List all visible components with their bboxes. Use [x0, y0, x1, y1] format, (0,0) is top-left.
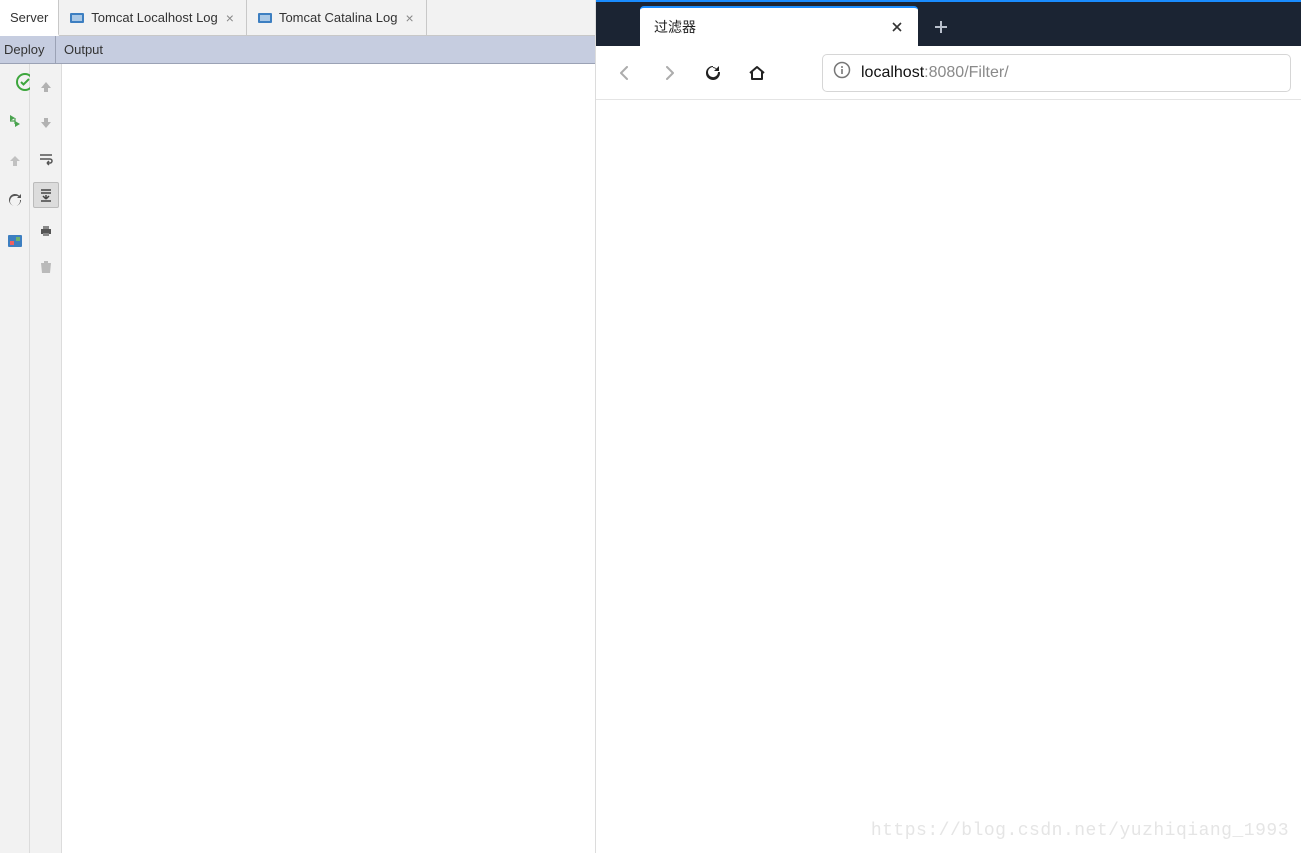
- ide-panel: Server Tomcat Localhost Log × Tomcat Cat…: [0, 0, 596, 853]
- info-icon[interactable]: [833, 61, 851, 84]
- close-icon[interactable]: ×: [224, 11, 236, 25]
- reload-button[interactable]: [694, 54, 732, 92]
- tab-label: Tomcat Catalina Log: [279, 10, 398, 25]
- ide-subtab-strip: Deploy Output: [0, 36, 595, 64]
- run-icon[interactable]: [2, 108, 28, 134]
- ide-tab-strip: Server Tomcat Localhost Log × Tomcat Cat…: [0, 0, 595, 36]
- url-bar[interactable]: localhost:8080/Filter/: [822, 54, 1291, 92]
- print-icon[interactable]: [33, 218, 59, 244]
- browser-tab-active[interactable]: 过滤器: [640, 6, 918, 46]
- soft-wrap-icon[interactable]: [33, 146, 59, 172]
- arrow-up-icon[interactable]: [33, 74, 59, 100]
- tab-label: Server: [10, 10, 48, 25]
- tomcat-icon: [69, 10, 85, 26]
- home-button[interactable]: [738, 54, 776, 92]
- deploy-toolbar: [0, 64, 30, 853]
- browser-tab-title: 过滤器: [654, 17, 880, 37]
- trash-icon[interactable]: [33, 254, 59, 280]
- undeploy-icon[interactable]: [2, 148, 28, 174]
- browser-toolbar: localhost:8080/Filter/: [596, 46, 1301, 100]
- back-button[interactable]: [606, 54, 644, 92]
- refresh-icon[interactable]: [2, 188, 28, 214]
- watermark-text: https://blog.csdn.net/yuzhiqiang_1993: [871, 821, 1289, 841]
- browser-tab-strip: 过滤器: [596, 0, 1301, 46]
- close-icon[interactable]: [888, 18, 906, 36]
- artifact-icon[interactable]: [2, 228, 28, 254]
- tab-label: Tomcat Localhost Log: [91, 10, 217, 25]
- output-toolbar: [30, 64, 62, 853]
- close-icon[interactable]: ×: [403, 11, 415, 25]
- browser-viewport[interactable]: [596, 100, 1301, 853]
- tab-tomcat-catalina-log[interactable]: Tomcat Catalina Log ×: [247, 0, 427, 35]
- forward-button[interactable]: [650, 54, 688, 92]
- subtab-deployment[interactable]: Deploy: [0, 36, 56, 63]
- subtab-output[interactable]: Output: [56, 36, 595, 63]
- url-host: localhost: [861, 64, 924, 81]
- ide-body: [0, 64, 595, 853]
- subtab-label: Output: [64, 42, 103, 57]
- arrow-down-icon[interactable]: [33, 110, 59, 136]
- console-output-area[interactable]: [62, 64, 595, 853]
- new-tab-button[interactable]: [922, 8, 960, 46]
- subtab-label: Deploy: [4, 42, 44, 57]
- browser-window: 过滤器: [596, 0, 1301, 853]
- url-rest: :8080/Filter/: [924, 64, 1008, 81]
- tab-server[interactable]: Server: [0, 0, 59, 36]
- url-text: localhost:8080/Filter/: [861, 64, 1009, 82]
- tab-tomcat-localhost-log[interactable]: Tomcat Localhost Log ×: [59, 0, 247, 35]
- scroll-end-icon[interactable]: [33, 182, 59, 208]
- tomcat-icon: [257, 10, 273, 26]
- window-accent: [596, 0, 1301, 2]
